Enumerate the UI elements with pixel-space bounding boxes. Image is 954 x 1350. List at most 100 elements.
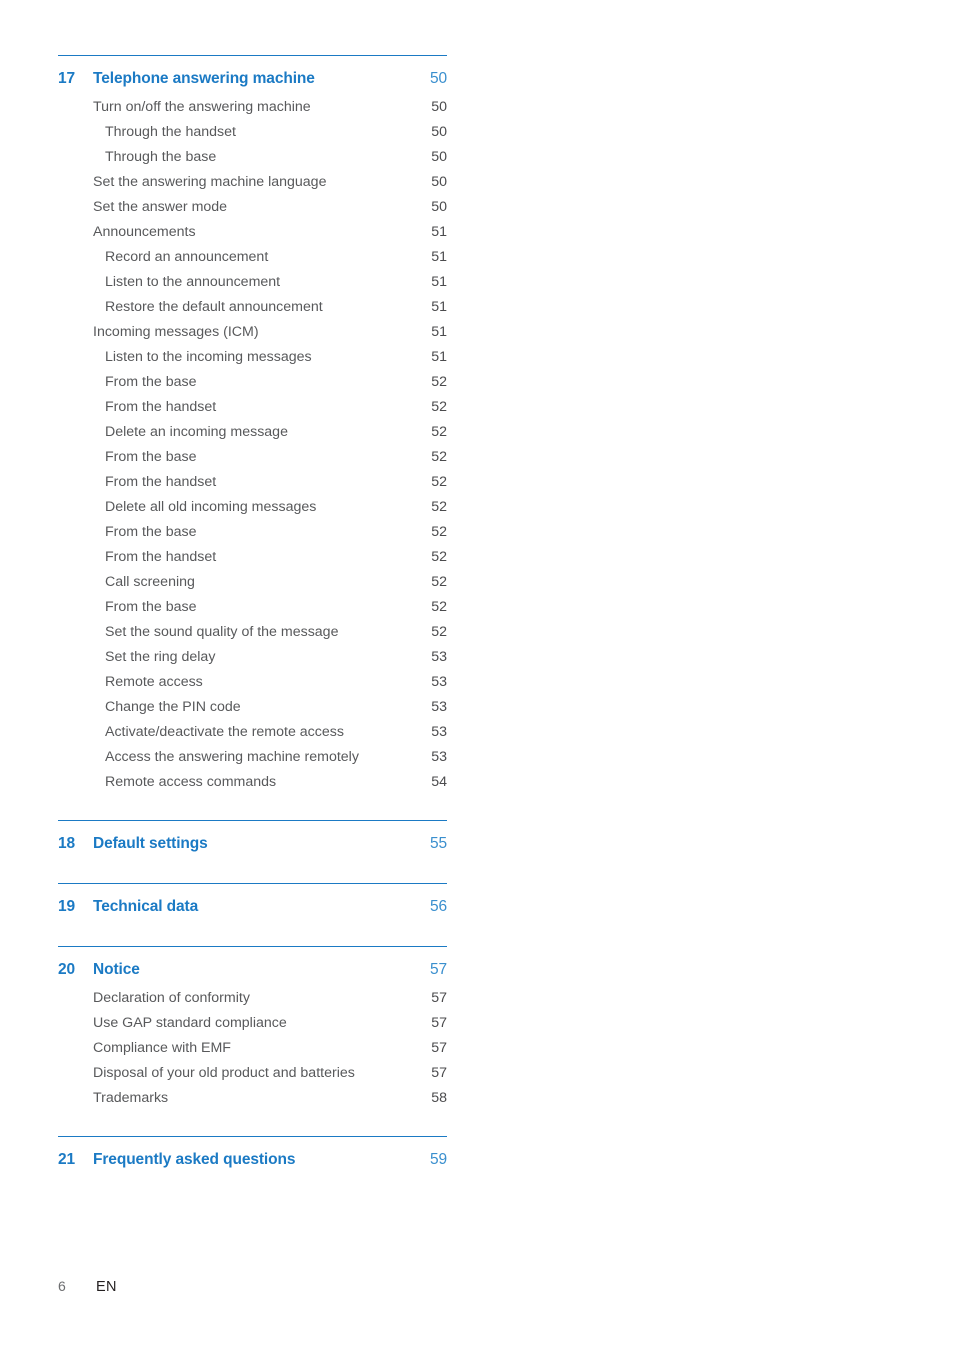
toc-entry-label: Record an announcement bbox=[105, 249, 269, 265]
toc-entry-page-number: 52 bbox=[431, 374, 447, 390]
toc-entry-page-number: 52 bbox=[431, 399, 447, 415]
toc-entry[interactable]: Activate/deactivate the remote access 53 bbox=[58, 720, 447, 745]
toc-entry[interactable]: From the base 52 bbox=[58, 445, 447, 470]
toc-entry[interactable]: Use GAP standard compliance 57 bbox=[58, 1011, 447, 1036]
toc-section: 21 Frequently asked questions 59 bbox=[58, 1151, 447, 1199]
toc-entry[interactable]: From the handset 52 bbox=[58, 545, 447, 570]
toc-entry[interactable]: Announcements 51 bbox=[58, 220, 447, 245]
toc-entry[interactable]: Declaration of conformity 57 bbox=[58, 986, 447, 1011]
section-divider bbox=[58, 946, 447, 947]
toc-entry[interactable]: Listen to the incoming messages 51 bbox=[58, 345, 447, 370]
toc-entry-label: Restore the default announcement bbox=[105, 299, 323, 315]
toc-entry-label: Turn on/off the answering machine bbox=[93, 99, 311, 115]
document-page: 17 Telephone answering machine 50 Turn on/o… bbox=[0, 0, 954, 1350]
section-divider bbox=[58, 820, 447, 821]
toc-entry[interactable]: Delete an incoming message 52 bbox=[58, 420, 447, 445]
toc-entry-page-number: 52 bbox=[431, 424, 447, 440]
toc-entry-label: Activate/deactivate the remote access bbox=[105, 724, 344, 740]
toc-entry[interactable]: Incoming messages (ICM) 51 bbox=[58, 320, 447, 345]
toc-entry-page-number: 53 bbox=[431, 674, 447, 690]
toc-section: 18 Default settings 55 bbox=[58, 835, 447, 883]
toc-entry-page-number: 57 bbox=[431, 1040, 447, 1056]
toc-entry[interactable]: From the handset 52 bbox=[58, 395, 447, 420]
toc-entry-label: From the handset bbox=[105, 549, 217, 565]
toc-entry[interactable]: From the base 52 bbox=[58, 370, 447, 395]
toc-entry[interactable]: From the base 52 bbox=[58, 595, 447, 620]
toc-entry[interactable]: Call screening 52 bbox=[58, 570, 447, 595]
chapter-number: 21 bbox=[58, 1151, 76, 1168]
toc-entry-page-number: 57 bbox=[431, 990, 447, 1006]
toc-entry[interactable]: Change the PIN code 53 bbox=[58, 695, 447, 720]
chapter-title: Technical data bbox=[93, 898, 199, 915]
toc-entry-page-number: 52 bbox=[431, 599, 447, 615]
toc-entry[interactable]: Set the answering machine language 50 bbox=[58, 170, 447, 195]
chapter-title: Notice bbox=[93, 961, 140, 978]
toc-entry[interactable]: From the base 52 bbox=[58, 520, 447, 545]
toc-entry-label: Call screening bbox=[105, 574, 195, 590]
section-divider bbox=[58, 55, 447, 56]
toc-entry-page-number: 52 bbox=[431, 549, 447, 565]
toc-chapter-heading[interactable]: 17 Telephone answering machine 50 bbox=[58, 70, 447, 95]
toc-entry-page-number: 51 bbox=[431, 274, 447, 290]
toc-entry-label: Delete all old incoming messages bbox=[105, 499, 317, 515]
toc-entry-page-number: 52 bbox=[431, 624, 447, 640]
toc-entry-page-number: 52 bbox=[431, 499, 447, 515]
toc-entry-page-number: 54 bbox=[431, 774, 447, 790]
toc-entry[interactable]: Set the answer mode 50 bbox=[58, 195, 447, 220]
table-of-contents: 17 Telephone answering machine 50 Turn on/o… bbox=[58, 55, 447, 1199]
toc-entry[interactable]: Disposal of your old product and batteri… bbox=[58, 1061, 447, 1086]
toc-entry-label: Declaration of conformity bbox=[93, 990, 250, 1006]
toc-entry-label: Trademarks bbox=[93, 1090, 169, 1106]
chapter-page-number: 50 bbox=[429, 70, 447, 87]
toc-entry-page-number: 58 bbox=[431, 1090, 447, 1106]
toc-chapter-heading[interactable]: 18 Default settings 55 bbox=[58, 835, 447, 860]
toc-entry-page-number: 53 bbox=[431, 749, 447, 765]
toc-entry[interactable]: Compliance with EMF 57 bbox=[58, 1036, 447, 1061]
toc-entry[interactable]: Restore the default announcement 51 bbox=[58, 295, 447, 320]
toc-chapter-heading[interactable]: 20 Notice 57 bbox=[58, 961, 447, 986]
toc-entry-label: Remote access commands bbox=[105, 774, 277, 790]
toc-entry-page-number: 57 bbox=[431, 1015, 447, 1031]
toc-chapter-heading[interactable]: 19 Technical data 56 bbox=[58, 898, 447, 923]
toc-entry[interactable]: Listen to the announcement 51 bbox=[58, 270, 447, 295]
toc-entry-label: From the handset bbox=[105, 474, 217, 490]
toc-entry-label: From the base bbox=[105, 599, 197, 615]
toc-entry-label: Access the answering machine remotely bbox=[105, 749, 359, 765]
toc-entry-page-number: 51 bbox=[431, 299, 447, 315]
toc-entry-label: Listen to the incoming messages bbox=[105, 349, 312, 365]
toc-entry[interactable]: Access the answering machine remotely 53 bbox=[58, 745, 447, 770]
toc-entry[interactable]: Remote access 53 bbox=[58, 670, 447, 695]
toc-entry-page-number: 50 bbox=[431, 174, 447, 190]
toc-entry[interactable]: Through the base 50 bbox=[58, 145, 447, 170]
toc-entry[interactable]: Set the ring delay 53 bbox=[58, 645, 447, 670]
toc-entry-page-number: 51 bbox=[431, 324, 447, 340]
toc-entry-label: Announcements bbox=[93, 224, 196, 240]
toc-entry-label: Delete an incoming message bbox=[105, 424, 288, 440]
chapter-title: Default settings bbox=[93, 835, 208, 852]
toc-entry-label: Set the ring delay bbox=[105, 649, 216, 665]
toc-entry-page-number: 52 bbox=[431, 574, 447, 590]
chapter-title: Telephone answering machine bbox=[93, 70, 315, 87]
language-code: EN bbox=[96, 1279, 117, 1295]
chapter-number: 20 bbox=[58, 961, 76, 978]
toc-entry[interactable]: Delete all old incoming messages 52 bbox=[58, 495, 447, 520]
toc-entry[interactable]: Remote access commands 54 bbox=[58, 770, 447, 795]
toc-entry-label: From the base bbox=[105, 449, 197, 465]
toc-entry-page-number: 53 bbox=[431, 649, 447, 665]
toc-entry[interactable]: Trademarks 58 bbox=[58, 1086, 447, 1111]
toc-entry-page-number: 50 bbox=[431, 124, 447, 140]
section-divider bbox=[58, 1136, 447, 1137]
toc-entry[interactable]: Through the handset 50 bbox=[58, 120, 447, 145]
chapter-number: 18 bbox=[58, 835, 76, 852]
toc-entry-label: From the base bbox=[105, 524, 197, 540]
toc-chapter-heading[interactable]: 21 Frequently asked questions 59 bbox=[58, 1151, 447, 1176]
toc-entry[interactable]: Record an announcement 51 bbox=[58, 245, 447, 270]
toc-entry[interactable]: Set the sound quality of the message 52 bbox=[58, 620, 447, 645]
toc-entry-page-number: 53 bbox=[431, 699, 447, 715]
toc-entry[interactable]: Turn on/off the answering machine 50 bbox=[58, 95, 447, 120]
toc-entry[interactable]: From the handset 52 bbox=[58, 470, 447, 495]
toc-entry-page-number: 51 bbox=[431, 349, 447, 365]
page-footer: 6 EN bbox=[58, 1278, 117, 1295]
toc-entry-label: Use GAP standard compliance bbox=[93, 1015, 287, 1031]
toc-entry-label: Set the answer mode bbox=[93, 199, 228, 215]
